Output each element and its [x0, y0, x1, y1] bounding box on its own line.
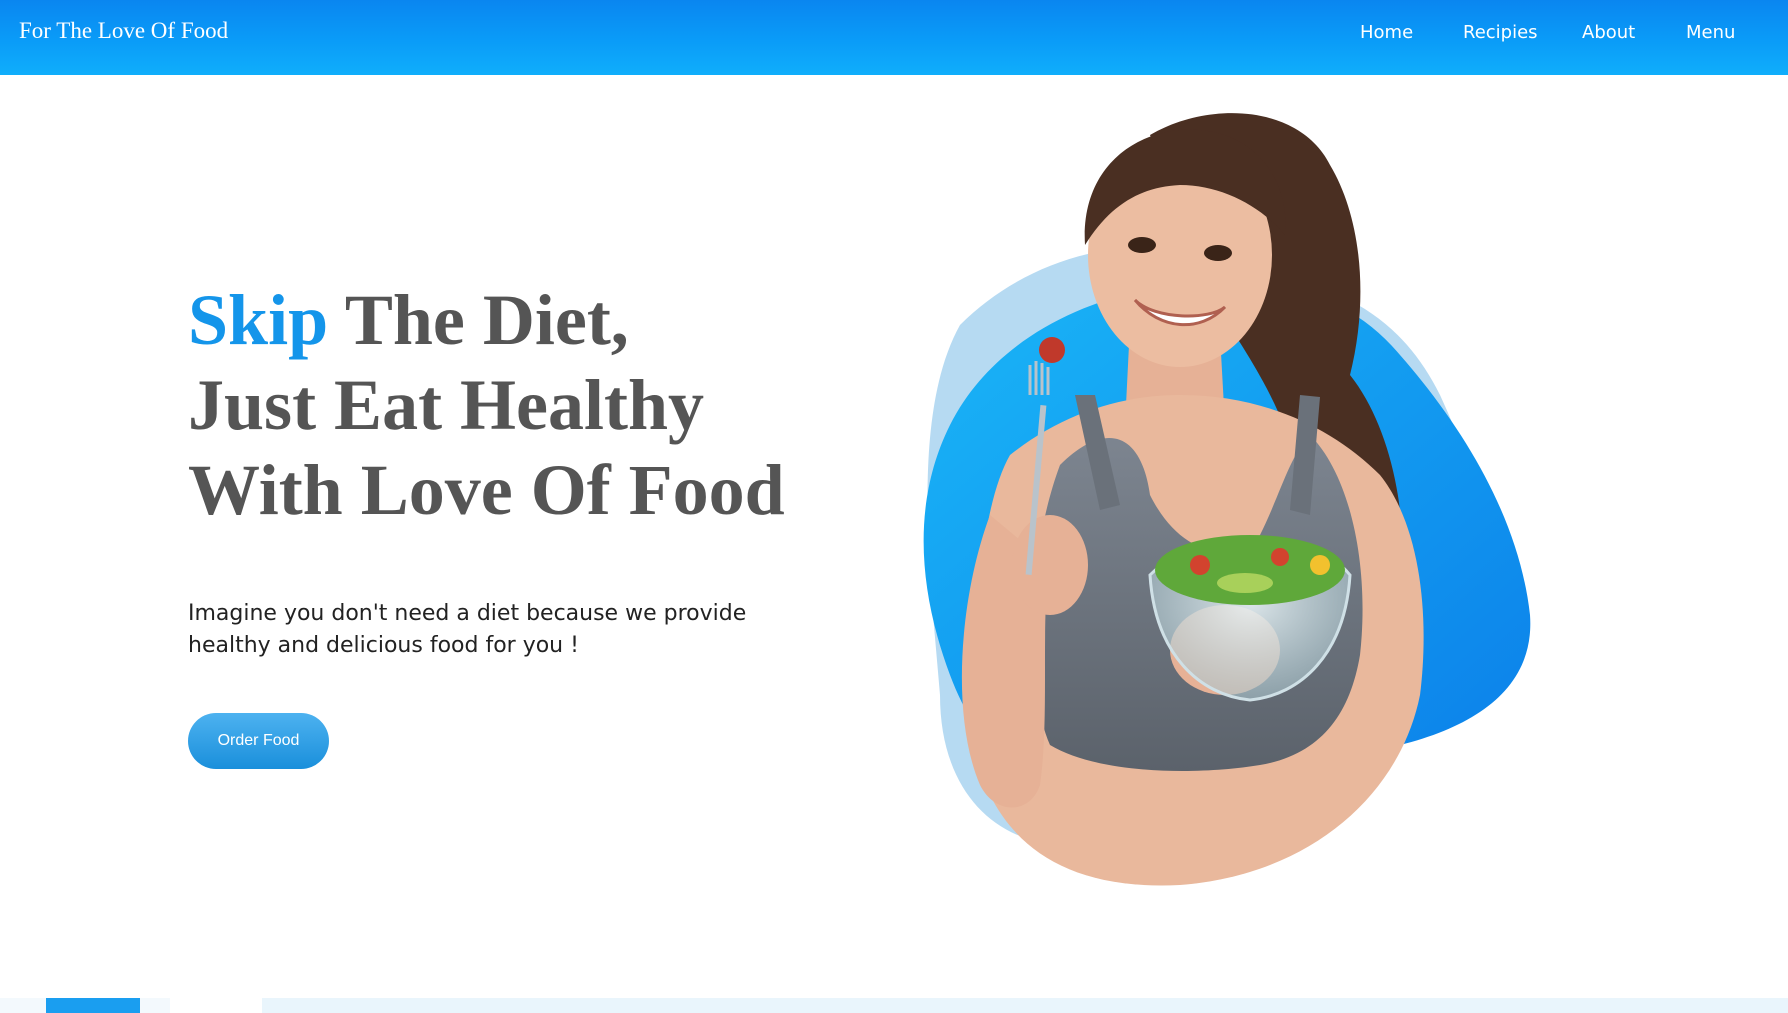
- footer-dots: [1615, 1006, 1769, 1013]
- salad-tomato-2: [1271, 548, 1289, 566]
- footer-bar: [262, 998, 1788, 1013]
- hero-title: Skip The Diet, Just Eat Healthy With Lov…: [188, 278, 785, 533]
- hero-title-accent: Skip: [188, 280, 329, 360]
- hero-title-line-2: Just Eat Healthy: [188, 365, 705, 445]
- cherry-tomato: [1039, 337, 1065, 363]
- hero-title-line-3: With Love Of Food: [188, 450, 785, 530]
- salad-avocado: [1217, 573, 1273, 593]
- footer-strip: [0, 998, 1788, 1013]
- nav-recipes-link[interactable]: Recipies: [1463, 22, 1538, 43]
- top-navbar: For The Love Of Food Home Recipies About…: [0, 0, 1788, 75]
- footer-tab[interactable]: [170, 998, 262, 1013]
- nav-about-link[interactable]: About: [1582, 22, 1635, 43]
- hero-subtitle: Imagine you don't need a diet because we…: [188, 601, 747, 658]
- right-eye: [1204, 245, 1232, 261]
- salad-tomato-1: [1190, 555, 1210, 575]
- footer-tab-active[interactable]: [46, 998, 140, 1013]
- left-hand: [1012, 515, 1088, 615]
- nav-menu-link[interactable]: Menu: [1686, 22, 1735, 43]
- landing-page: For The Love Of Food Home Recipies About…: [0, 0, 1788, 1013]
- order-food-button[interactable]: Order Food: [188, 713, 329, 769]
- salad-pepper: [1310, 555, 1330, 575]
- woman-eating-salad-illustration: [923, 113, 1531, 886]
- hero-title-line-1: Skip The Diet,: [188, 278, 785, 363]
- left-eye: [1128, 237, 1156, 253]
- nav-home-link[interactable]: Home: [1360, 22, 1413, 43]
- hero-title-line-1-rest: The Diet,: [328, 280, 629, 360]
- main-nav: Home Recipies About Menu: [0, 22, 1788, 52]
